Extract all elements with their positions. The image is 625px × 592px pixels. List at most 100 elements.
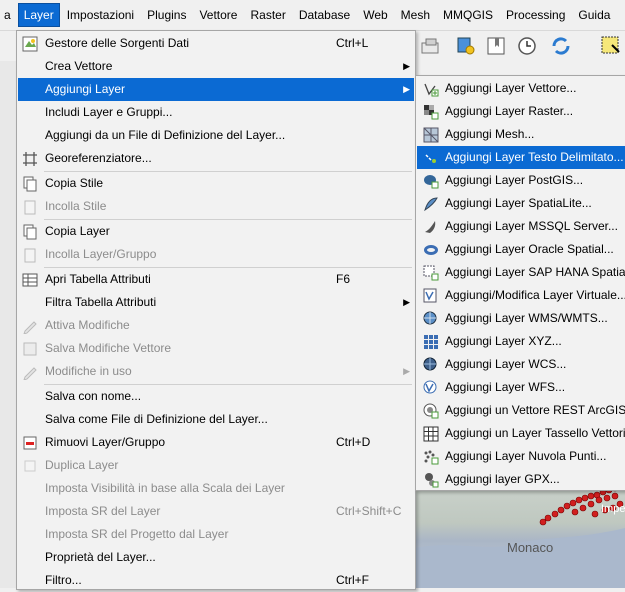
- menu-item-create-layer[interactable]: Crea Vettore ▶: [18, 55, 414, 78]
- layer-menu: Gestore delle Sorgenti Dati Ctrl+L Crea …: [16, 30, 416, 590]
- layer-style-icon[interactable]: [420, 35, 442, 57]
- mssql-icon: [425, 221, 436, 233]
- copy-style-icon: [23, 176, 37, 192]
- menu-settings[interactable]: Impostazioni: [62, 4, 139, 26]
- menu-item-data-source-manager[interactable]: Gestore delle Sorgenti Dati Ctrl+L: [18, 32, 414, 55]
- menu-view-partial[interactable]: a: [0, 4, 15, 26]
- raster-layer-icon: [424, 105, 439, 120]
- menu-item-paste-layer[interactable]: Incolla Layer/Gruppo: [18, 243, 414, 266]
- menu-mmqgis[interactable]: MMQGIS: [438, 4, 498, 26]
- menu-item-label: Georeferenziatore...: [45, 151, 152, 165]
- menu-item-layer-properties[interactable]: Proprietà del Layer...: [18, 546, 414, 569]
- menu-vector[interactable]: Vettore: [194, 4, 242, 26]
- submenu-item-label: Aggiungi Layer Raster...: [445, 104, 574, 118]
- submenu-item-label: Aggiungi Layer WFS...: [445, 380, 566, 394]
- submenu-item-add-wfs[interactable]: Aggiungi Layer WFS...: [417, 376, 625, 399]
- menu-item-filter-attribute-table[interactable]: Filtra Tabella Attributi ▶: [18, 291, 414, 314]
- bookmark-icon[interactable]: [485, 35, 507, 57]
- menu-item-label: Apri Tabella Attributi: [45, 272, 151, 286]
- submenu-item-add-delimited-text[interactable]: Aggiungi Layer Testo Delimitato...: [417, 146, 625, 169]
- menu-item-embed-layers[interactable]: Includi Layer e Gruppi...: [18, 101, 414, 124]
- submenu-item-add-mesh[interactable]: Aggiungi Mesh...: [417, 123, 625, 146]
- menu-item-label: Modifiche in uso: [45, 364, 132, 378]
- submenu-item-add-gpx[interactable]: Aggiungi layer GPX...: [417, 468, 625, 490]
- menu-item-label: Filtro...: [45, 573, 82, 587]
- menu-item-label: Imposta Visibilità in base alla Scala de…: [45, 481, 285, 495]
- menu-item-filter[interactable]: Filtro... Ctrl+F: [18, 569, 414, 592]
- menu-item-current-edits[interactable]: Modifiche in uso ▶: [18, 360, 414, 383]
- menu-raster[interactable]: Raster: [245, 4, 290, 26]
- submenu-item-add-raster-layer[interactable]: Aggiungi Layer Raster...: [417, 100, 625, 123]
- submenu-item-add-xyz[interactable]: Aggiungi Layer XYZ...: [417, 330, 625, 353]
- menu-layer[interactable]: Layer: [17, 3, 60, 27]
- submenu-item-add-sap-hana[interactable]: Aggiungi Layer SAP HANA Spatial...: [417, 261, 625, 284]
- submenu-item-add-mssql[interactable]: Aggiungi Layer MSSQL Server...: [417, 215, 625, 238]
- spatialite-icon: [424, 197, 438, 212]
- select-features-icon[interactable]: [600, 35, 622, 57]
- menu-mesh[interactable]: Mesh: [396, 4, 435, 26]
- menu-item-toggle-editing[interactable]: Attiva Modifiche: [18, 314, 414, 337]
- menu-item-copy-style[interactable]: Copia Stile: [18, 172, 414, 195]
- menu-item-label: Duplica Layer: [45, 458, 119, 472]
- submenu-item-add-point-cloud[interactable]: Aggiungi Layer Nuvola Punti...: [417, 445, 625, 468]
- menu-item-label: Copia Stile: [45, 176, 104, 190]
- menu-item-set-layer-crs[interactable]: Imposta SR del Layer Ctrl+Shift+C: [18, 500, 414, 523]
- submenu-item-add-arcgis-rest[interactable]: Aggiungi un Vettore REST ArcGIS...: [417, 399, 625, 422]
- wcs-globe-icon: [423, 357, 437, 371]
- submenu-item-label: Aggiungi Layer XYZ...: [445, 334, 562, 348]
- submenu-item-add-vector-tile[interactable]: Aggiungi un Layer Tassello Vettoriale...: [417, 422, 625, 445]
- submenu-item-add-vector-layer[interactable]: Aggiungi Layer Vettore...: [417, 77, 625, 100]
- shortcut: Ctrl+D: [336, 435, 371, 449]
- menu-item-label: Rimuovi Layer/Gruppo: [45, 435, 166, 449]
- menu-item-georeferencer[interactable]: Georeferenziatore...: [18, 147, 414, 170]
- menu-help[interactable]: Guida: [573, 4, 615, 26]
- vector-tile-icon: [423, 426, 439, 442]
- new-layer-icon[interactable]: [455, 35, 477, 57]
- menu-item-scale-visibility[interactable]: Imposta Visibilità in base alla Scala de…: [18, 477, 414, 500]
- submenu-item-add-postgis[interactable]: Aggiungi Layer PostGIS...: [417, 169, 625, 192]
- menu-item-save-as-definition[interactable]: Salva come File di Definizione del Layer…: [18, 408, 414, 431]
- menu-item-save-as[interactable]: Salva con nome...: [18, 385, 414, 408]
- attribute-table-icon: [22, 273, 38, 287]
- menu-item-duplicate-layer[interactable]: Duplica Layer: [18, 454, 414, 477]
- shortcut: Ctrl+F: [336, 573, 369, 587]
- menu-item-label: Salva Modifiche Vettore: [45, 341, 172, 355]
- menu-processing[interactable]: Processing: [501, 4, 570, 26]
- menu-item-save-edits[interactable]: Salva Modifiche Vettore: [18, 337, 414, 360]
- menu-item-label: Copia Layer: [45, 224, 110, 238]
- menu-item-set-project-crs[interactable]: Imposta SR del Progetto dal Layer: [18, 523, 414, 546]
- menu-item-label: Aggiungi Layer: [45, 82, 126, 96]
- submenu-item-label: Aggiungi Layer MSSQL Server...: [445, 219, 618, 233]
- submenu-item-label: Aggiungi Layer WMS/WMTS...: [445, 311, 608, 325]
- submenu-item-add-virtual-layer[interactable]: Aggiungi/Modifica Layer Virtuale...: [417, 284, 625, 307]
- submenu-item-add-wcs[interactable]: Aggiungi Layer WCS...: [417, 353, 625, 376]
- menu-item-copy-layer[interactable]: Copia Layer: [18, 220, 414, 243]
- submenu-item-add-wms[interactable]: Aggiungi Layer WMS/WMTS...: [417, 307, 625, 330]
- menu-item-open-attribute-table[interactable]: Apri Tabella Attributi F6: [18, 268, 414, 291]
- submenu-item-label: Aggiungi Layer Testo Delimitato...: [445, 150, 624, 164]
- menu-item-remove-layer[interactable]: Rimuovi Layer/Gruppo Ctrl+D: [18, 431, 414, 454]
- postgis-icon: [424, 175, 439, 189]
- gpx-icon: [425, 473, 439, 488]
- paste-style-icon: [24, 200, 36, 215]
- menu-item-paste-style[interactable]: Incolla Stile: [18, 195, 414, 218]
- menu-item-label: Gestore delle Sorgenti Dati: [45, 36, 190, 50]
- shortcut: Ctrl+L: [336, 36, 369, 50]
- submenu-item-label: Aggiungi un Vettore REST ArcGIS...: [445, 403, 625, 417]
- submenu-item-label: Aggiungi Layer Oracle Spatial...: [445, 242, 614, 256]
- clock-icon[interactable]: [516, 35, 538, 57]
- menu-item-add-from-definition[interactable]: Aggiungi da un File di Definizione del L…: [18, 124, 414, 147]
- submenu-item-add-oracle[interactable]: Aggiungi Layer Oracle Spatial...: [417, 238, 625, 261]
- submenu-item-add-spatialite[interactable]: Aggiungi Layer SpatiaLite...: [417, 192, 625, 215]
- chevron-right-icon: ▶: [403, 84, 410, 94]
- refresh-icon[interactable]: [550, 35, 572, 57]
- submenu-item-label: Aggiungi Layer Nuvola Punti...: [445, 449, 607, 463]
- menu-item-add-layer[interactable]: Aggiungi Layer ▶: [18, 78, 414, 101]
- menu-bar: a Layer Impostazioni Plugins Vettore Ras…: [0, 0, 625, 31]
- chevron-right-icon: ▶: [403, 297, 410, 307]
- menu-plugins[interactable]: Plugins: [142, 4, 191, 26]
- menu-database[interactable]: Database: [294, 4, 355, 26]
- menu-item-label: Incolla Stile: [45, 199, 107, 213]
- submenu-item-label: Aggiungi Layer PostGIS...: [445, 173, 584, 187]
- menu-web[interactable]: Web: [358, 4, 392, 26]
